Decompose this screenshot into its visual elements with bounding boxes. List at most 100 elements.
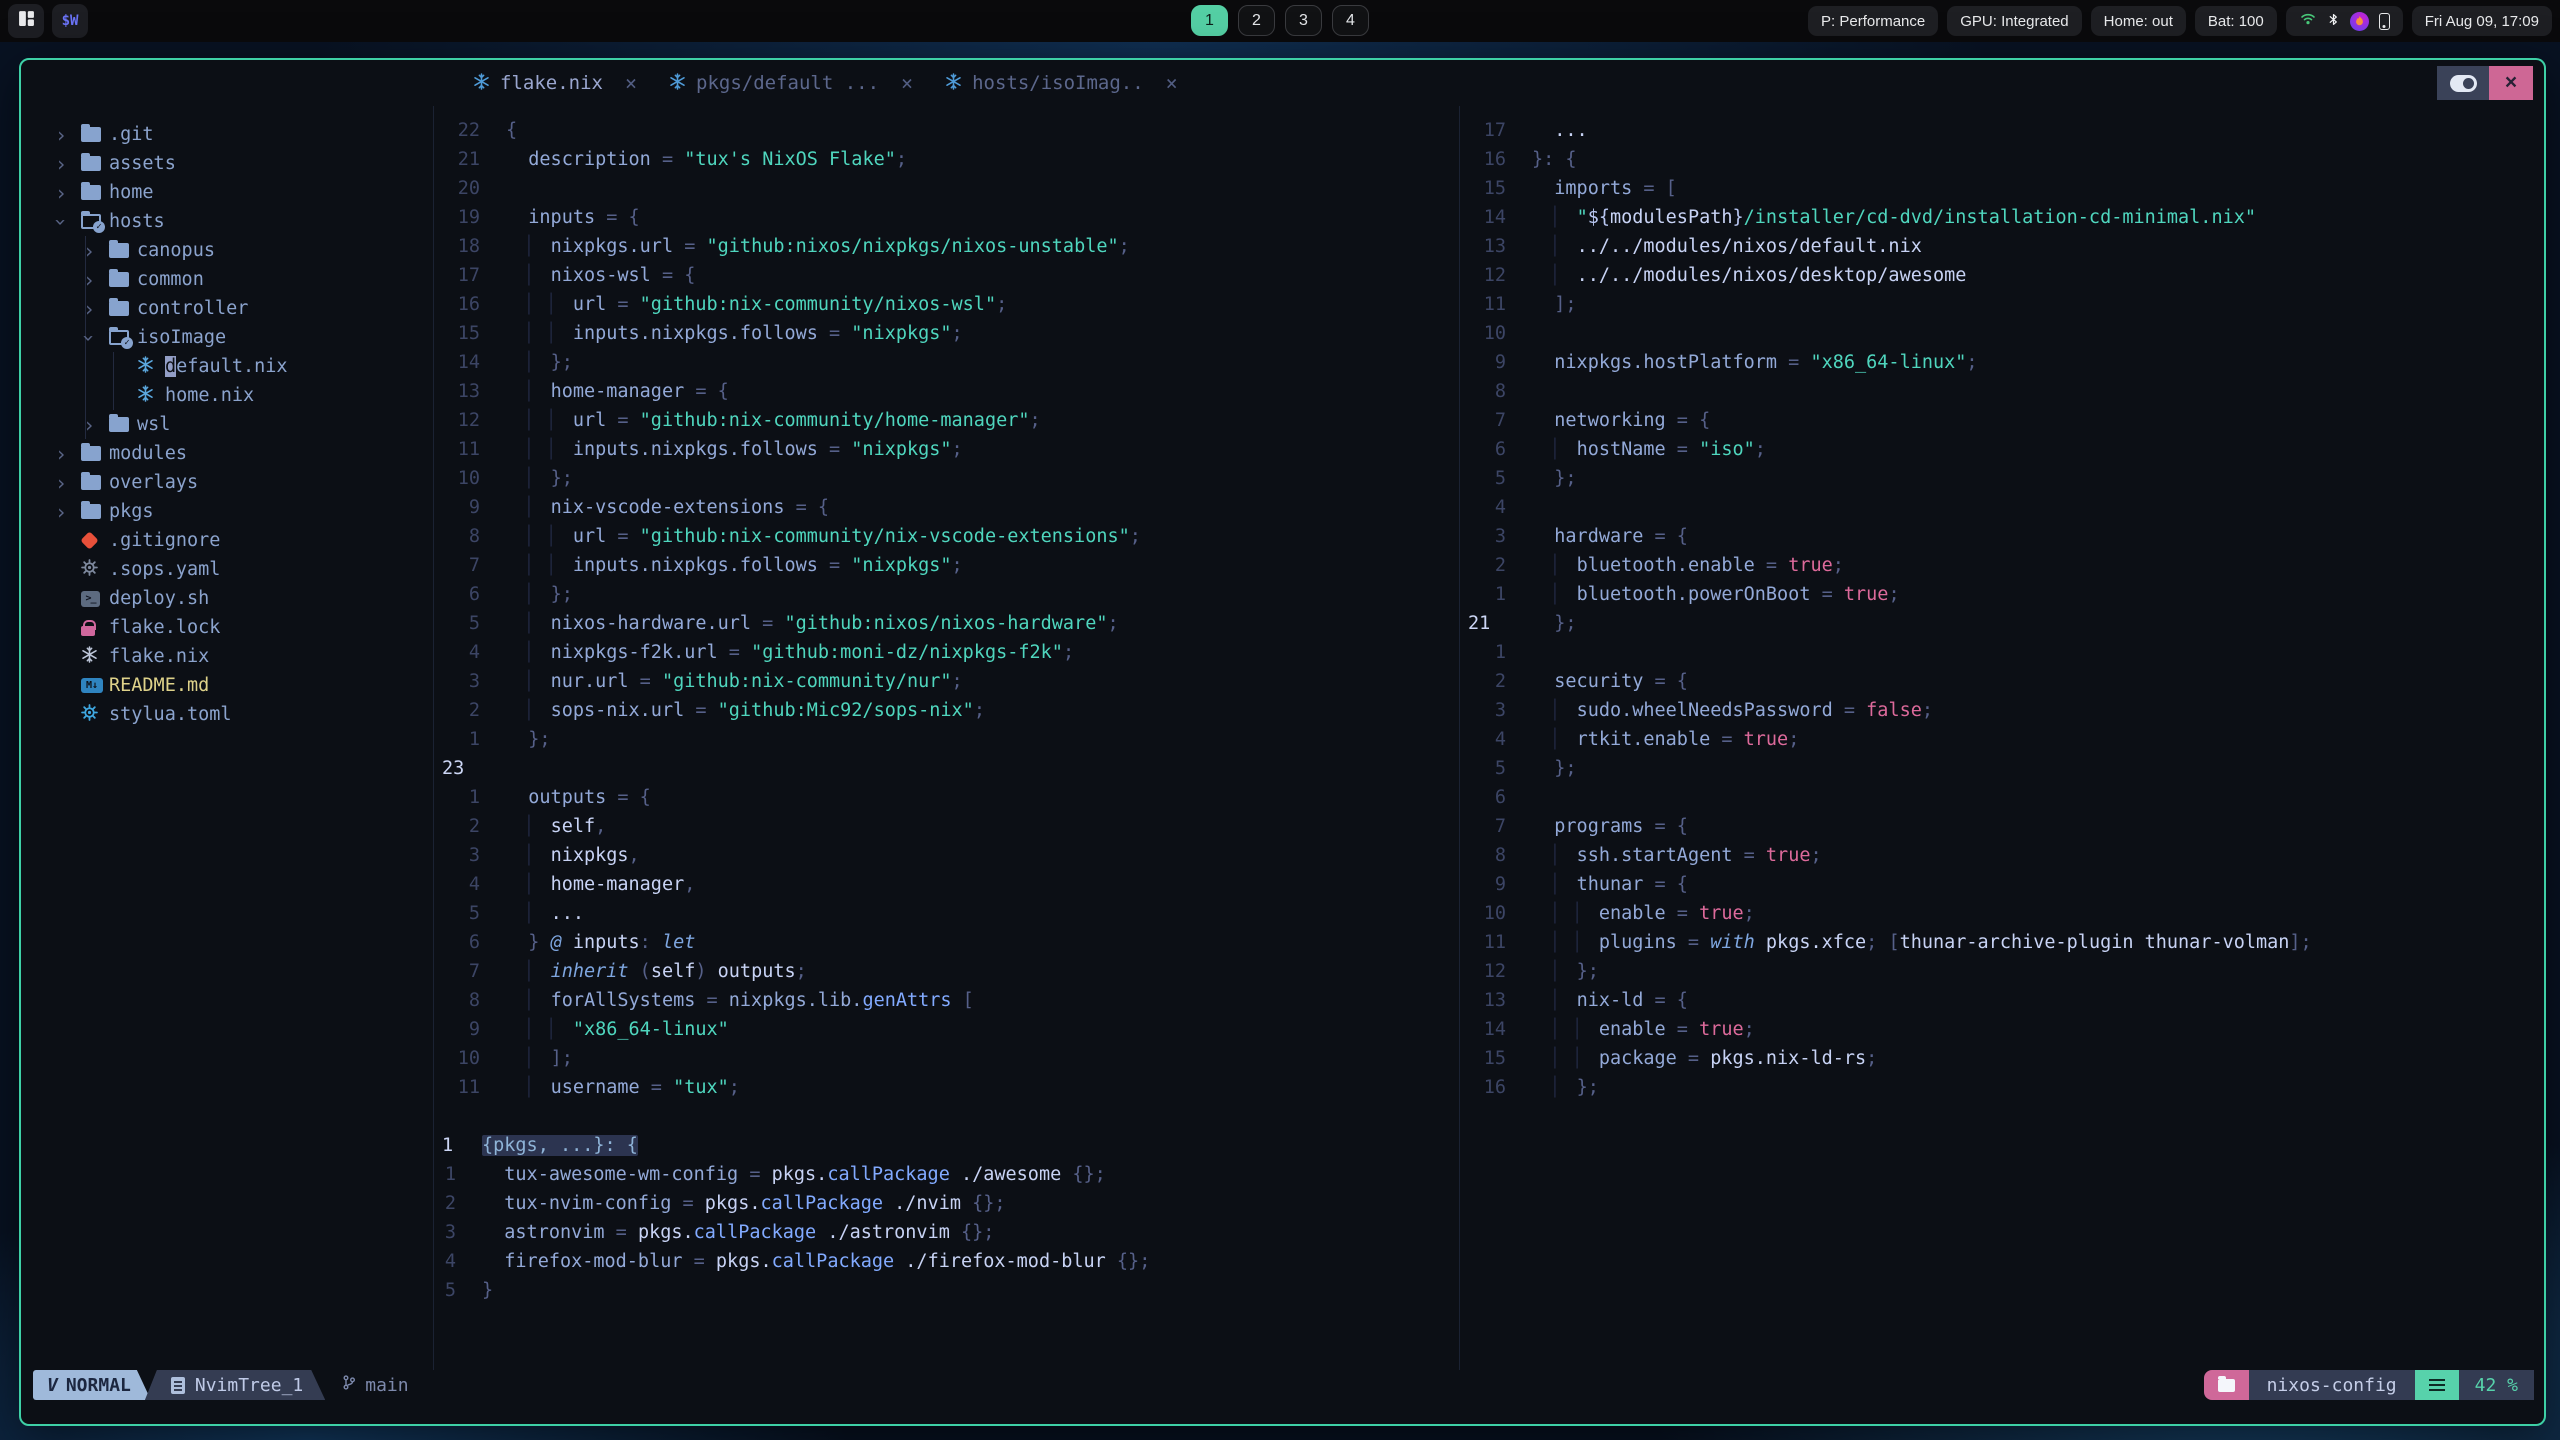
window-toggle-button[interactable] <box>2437 66 2489 100</box>
workspace-button-2[interactable]: 2 <box>1238 5 1275 36</box>
code-line[interactable]: 8 <box>1460 377 2544 406</box>
code-line[interactable]: 13 ▏ home-manager = { <box>434 377 1459 406</box>
code-line[interactable]: 4 ▏ home-manager, <box>434 870 1459 899</box>
window-close-button[interactable]: × <box>2489 66 2533 100</box>
code-line[interactable]: 15 ▏ ▏ package = pkgs.nix-ld-rs; <box>1460 1044 2544 1073</box>
tree-item-isoImage[interactable]: › isoImage <box>21 323 433 352</box>
tab-close-icon[interactable]: × <box>901 71 913 95</box>
code-line[interactable]: 10 ▏ ▏ enable = true; <box>1460 899 2544 928</box>
code-line[interactable]: 12 ▏ ▏ url = "github:nix-community/home-… <box>434 406 1459 435</box>
tree-item-assets[interactable]: › assets <box>21 149 433 178</box>
tree-item-flake.lock[interactable]: flake.lock <box>21 613 433 642</box>
status-pill[interactable]: P: Performance <box>1808 6 1939 36</box>
status-pill[interactable]: Home: out <box>2090 6 2186 36</box>
code-line[interactable]: 5 }; <box>1460 754 2544 783</box>
tree-item-hosts[interactable]: › hosts <box>21 207 433 236</box>
workspace-button-4[interactable]: 4 <box>1332 5 1369 36</box>
code-line[interactable]: 1 ▏ bluetooth.powerOnBoot = true; <box>1460 580 2544 609</box>
code-line[interactable]: 5 ▏ ... <box>434 899 1459 928</box>
code-line[interactable]: 1 tux-awesome-wm-config = pkgs.callPacka… <box>434 1160 1459 1189</box>
code-line[interactable]: 17 ... <box>1460 116 2544 145</box>
tree-item-.git[interactable]: › .git <box>21 120 433 149</box>
tree-item-default.nix[interactable]: default.nix <box>21 352 433 381</box>
code-line[interactable]: 10 <box>1460 319 2544 348</box>
code-line[interactable]: 19 inputs = { <box>434 203 1459 232</box>
code-line[interactable]: 4 firefox-mod-blur = pkgs.callPackage ./… <box>434 1247 1459 1276</box>
code-line[interactable]: 22 { <box>434 116 1459 145</box>
chevron-right-icon[interactable]: › <box>55 181 81 205</box>
status-pill[interactable]: Bat: 100 <box>2194 6 2277 36</box>
code-line[interactable]: 14 ▏ "${modulesPath}/installer/cd-dvd/in… <box>1460 203 2544 232</box>
code-line[interactable]: 1 outputs = { <box>434 783 1459 812</box>
code-line[interactable]: 4 ▏ rtkit.enable = true; <box>1460 725 2544 754</box>
code-line[interactable]: 9 ▏ thunar = { <box>1460 870 2544 899</box>
code-line[interactable]: 6 } @ inputs: let <box>434 928 1459 957</box>
layout-menu-button[interactable] <box>8 4 44 38</box>
code-line[interactable]: 2 tux-nvim-config = pkgs.callPackage ./n… <box>434 1189 1459 1218</box>
code-line[interactable]: 6 ▏ }; <box>434 580 1459 609</box>
chevron-right-icon[interactable]: › <box>55 500 81 524</box>
code-line[interactable]: 4 <box>1460 493 2544 522</box>
code-line[interactable]: 7 ▏ inherit (self) outputs; <box>434 957 1459 986</box>
code-line[interactable]: 17 ▏ nixos-wsl = { <box>434 261 1459 290</box>
code-line[interactable]: 4 ▏ nixpkgs-f2k.url = "github:moni-dz/ni… <box>434 638 1459 667</box>
chevron-right-icon[interactable]: › <box>83 268 109 292</box>
tab[interactable]: pkgs/default ... × <box>653 60 929 106</box>
chevron-down-icon[interactable]: › <box>77 326 109 350</box>
tree-item-flake.nix[interactable]: flake.nix <box>21 642 433 671</box>
code-line[interactable]: 6 <box>1460 783 2544 812</box>
tree-item-.gitignore[interactable]: .gitignore <box>21 526 433 555</box>
code-line[interactable]: 5 }; <box>1460 464 2544 493</box>
clock[interactable]: Fri Aug 09, 17:09 <box>2411 6 2552 36</box>
chevron-right-icon[interactable]: › <box>83 297 109 321</box>
tree-item-deploy.sh[interactable]: >_ deploy.sh <box>21 584 433 613</box>
tab-close-icon[interactable]: × <box>625 71 637 95</box>
code-line[interactable]: 12 ▏ ../../modules/nixos/desktop/awesome <box>1460 261 2544 290</box>
tab[interactable]: flake.nix × <box>457 60 653 106</box>
workspace-button-1[interactable]: 1 <box>1191 5 1228 36</box>
launcher-button[interactable]: $W <box>52 4 88 38</box>
tree-item-overlays[interactable]: › overlays <box>21 468 433 497</box>
code-line[interactable]: 10 ▏ }; <box>434 464 1459 493</box>
chevron-right-icon[interactable]: › <box>83 239 109 263</box>
code-line[interactable]: 20 <box>434 174 1459 203</box>
tree-item-.sops.yaml[interactable]: .sops.yaml <box>21 555 433 584</box>
status-pill[interactable]: GPU: Integrated <box>1947 6 2082 36</box>
workspace-button-3[interactable]: 3 <box>1285 5 1322 36</box>
code-line[interactable]: 3 ▏ nixpkgs, <box>434 841 1459 870</box>
code-line[interactable]: 18 ▏ nixpkgs.url = "github:nixos/nixpkgs… <box>434 232 1459 261</box>
tree-item-canopus[interactable]: › canopus <box>21 236 433 265</box>
code-line[interactable]: 15 ▏ ▏ inputs.nixpkgs.follows = "nixpkgs… <box>434 319 1459 348</box>
split-separator[interactable] <box>434 1102 1459 1131</box>
chevron-right-icon[interactable]: › <box>83 413 109 437</box>
code-line[interactable]: 8 ▏ forAllSystems = nixpkgs.lib.genAttrs… <box>434 986 1459 1015</box>
code-line[interactable]: 2 ▏ bluetooth.enable = true; <box>1460 551 2544 580</box>
tree-item-stylua.toml[interactable]: stylua.toml <box>21 700 433 729</box>
tray-icons[interactable] <box>2285 6 2403 36</box>
code-line[interactable]: 13 ▏ ../../modules/nixos/default.nix <box>1460 232 2544 261</box>
code-line[interactable]: 3 ▏ sudo.wheelNeedsPassword = false; <box>1460 696 2544 725</box>
code-line[interactable]: 2 ▏ sops-nix.url = "github:Mic92/sops-ni… <box>434 696 1459 725</box>
code-line[interactable]: 6 ▏ hostName = "iso"; <box>1460 435 2544 464</box>
tree-item-wsl[interactable]: › wsl <box>21 410 433 439</box>
tree-item-pkgs[interactable]: › pkgs <box>21 497 433 526</box>
code-line[interactable]: 15 imports = [ <box>1460 174 2544 203</box>
code-line[interactable]: 14 ▏ }; <box>434 348 1459 377</box>
code-line[interactable]: 7 ▏ ▏ inputs.nixpkgs.follows = "nixpkgs"… <box>434 551 1459 580</box>
code-line[interactable]: 8 ▏ ssh.startAgent = true; <box>1460 841 2544 870</box>
tree-item-modules[interactable]: › modules <box>21 439 433 468</box>
code-line[interactable]: 16 ▏ ▏ url = "github:nix-community/nixos… <box>434 290 1459 319</box>
code-line[interactable]: 11 ▏ ▏ inputs.nixpkgs.follows = "nixpkgs… <box>434 435 1459 464</box>
code-line[interactable]: 9 nixpkgs.hostPlatform = "x86_64-linux"; <box>1460 348 2544 377</box>
code-line[interactable]: 9 ▏ nix-vscode-extensions = { <box>434 493 1459 522</box>
chevron-right-icon[interactable]: › <box>55 442 81 466</box>
code-line[interactable]: 21 }; <box>1460 609 2544 638</box>
code-line[interactable]: 2 ▏ self, <box>434 812 1459 841</box>
code-line[interactable]: 12 ▏ }; <box>1460 957 2544 986</box>
code-line[interactable]: 23 <box>434 754 1459 783</box>
tab[interactable]: hosts/isoImag.. × <box>929 60 1194 106</box>
code-line[interactable]: 5} <box>434 1276 1459 1305</box>
code-line[interactable]: 3 astronvim = pkgs.callPackage ./astronv… <box>434 1218 1459 1247</box>
tree-item-controller[interactable]: › controller <box>21 294 433 323</box>
code-line[interactable]: 14 ▏ ▏ enable = true; <box>1460 1015 2544 1044</box>
